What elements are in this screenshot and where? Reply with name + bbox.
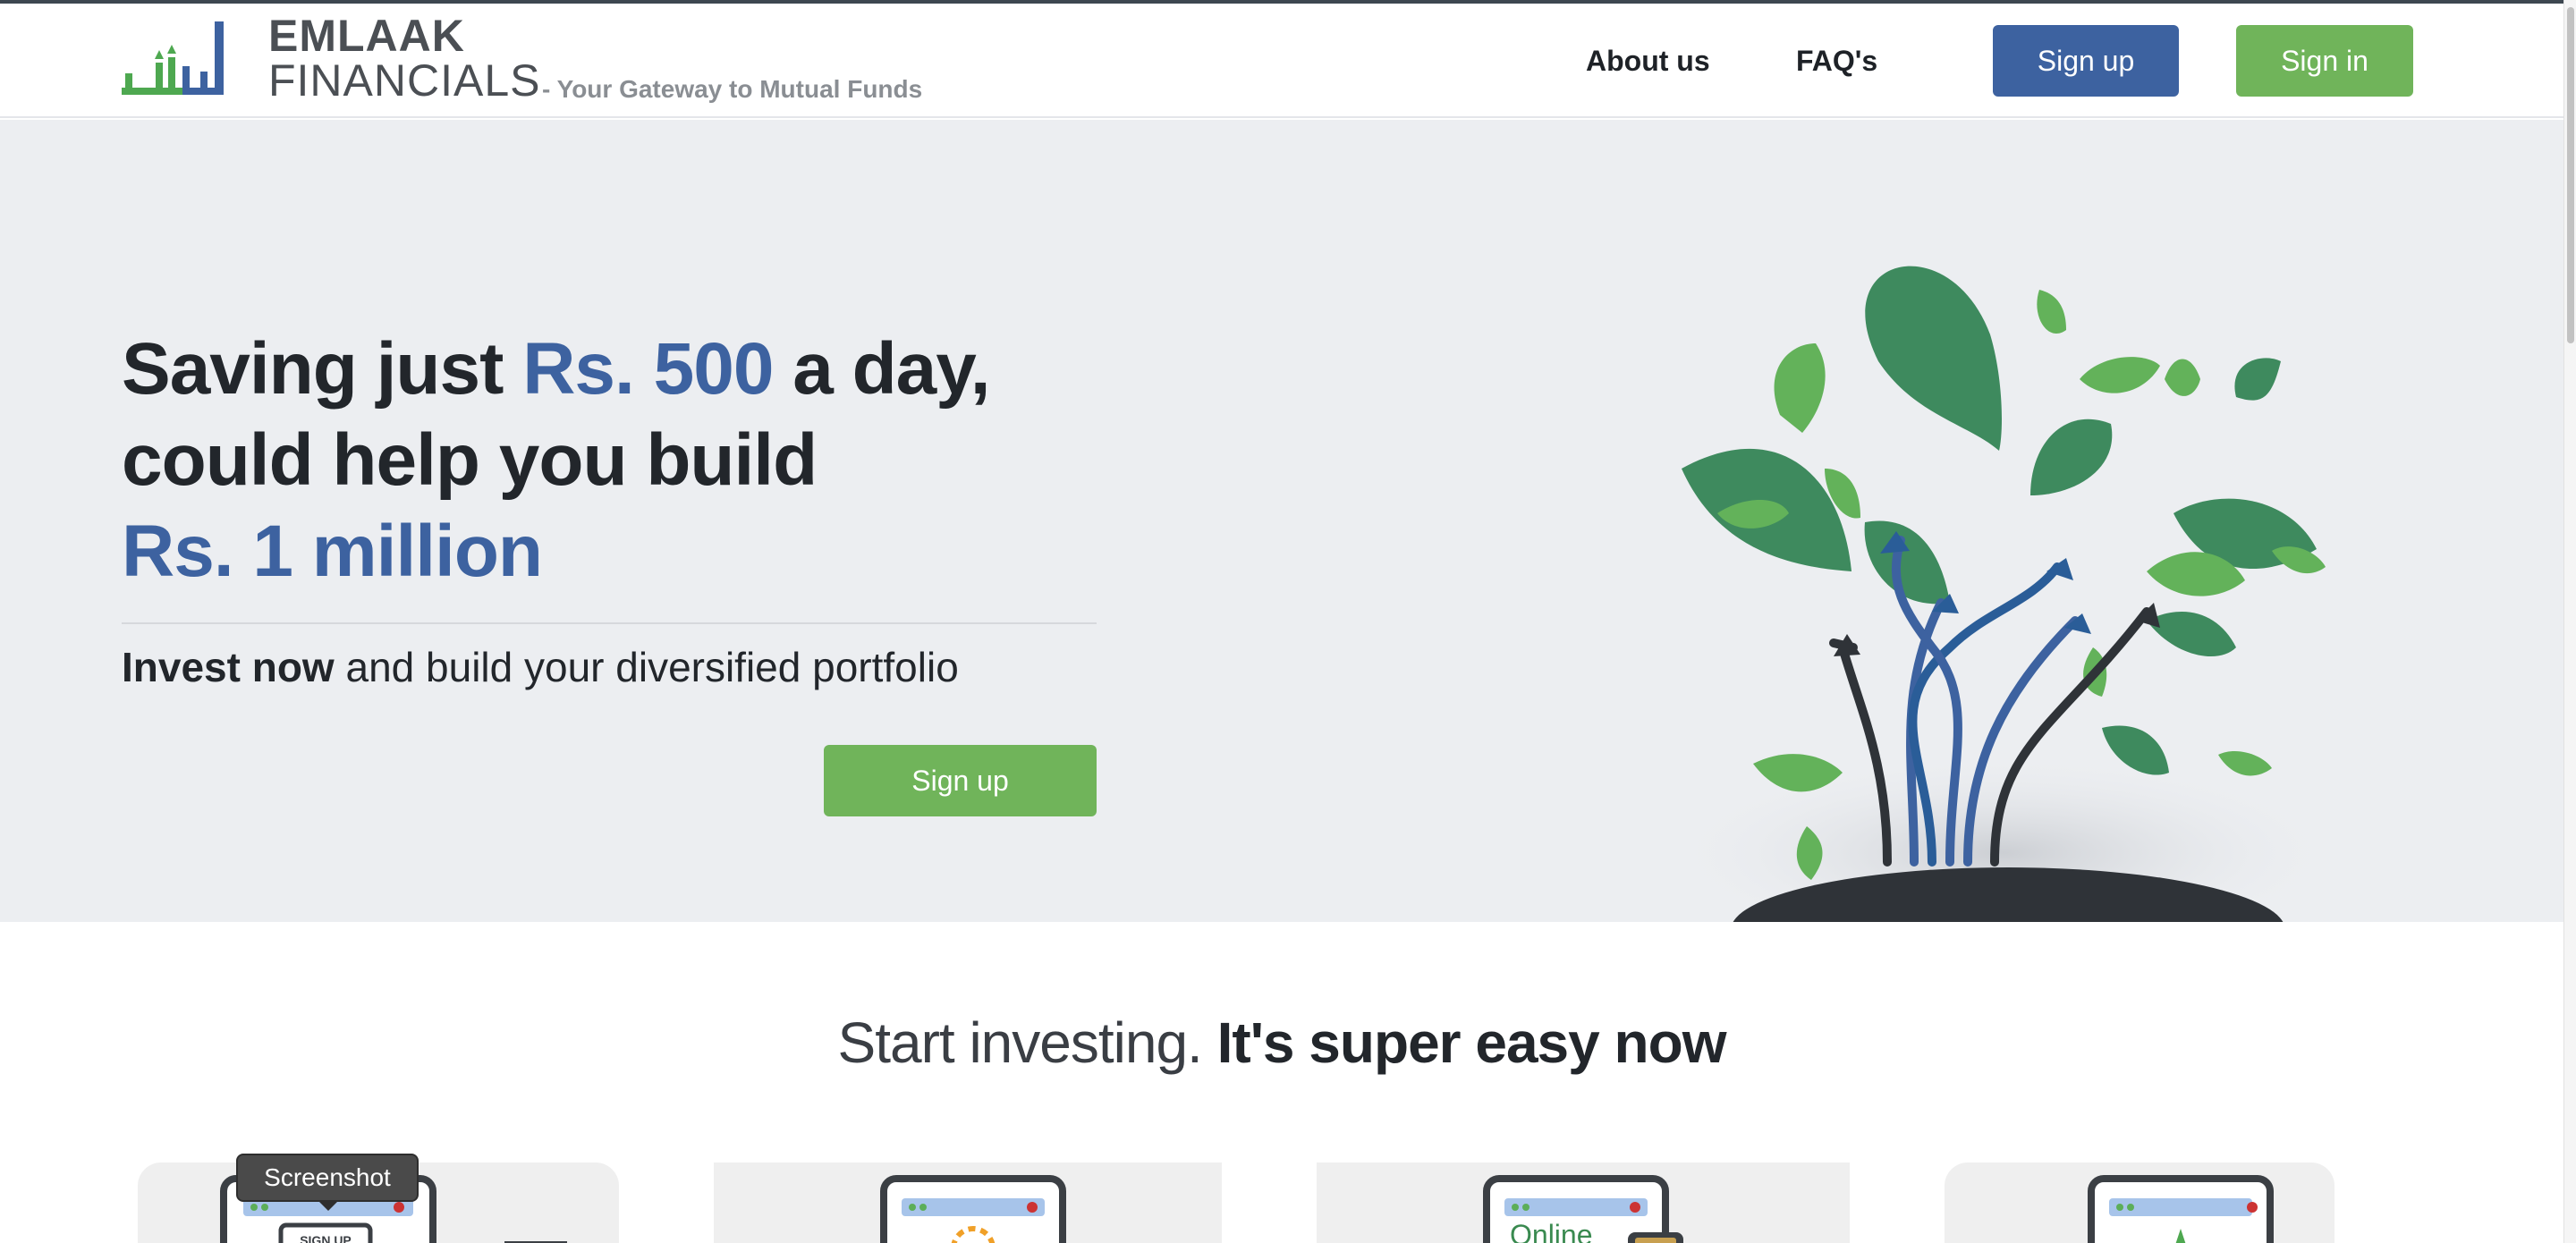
step-card-settings[interactable] — [714, 1163, 1222, 1243]
hero-title-part2: a day, — [773, 328, 990, 410]
hero-title-line2: could help you build — [122, 419, 818, 501]
online-card-text: Online — [1510, 1219, 1593, 1243]
hero-subtitle-bold: Invest now — [122, 644, 335, 690]
hero-title: Saving just Rs. 500 a day, could help yo… — [122, 324, 1150, 597]
signup-card-text: SIGN UP — [300, 1233, 352, 1243]
brand-subname: FINANCIALS — [268, 55, 541, 106]
header-signup-button[interactable]: Sign up — [1993, 25, 2179, 97]
nav-faq-link[interactable]: FAQ's — [1796, 45, 1877, 77]
step-card-online[interactable]: Online — [1317, 1163, 1850, 1243]
settings-screen-icon — [880, 1175, 1066, 1243]
hero-title-part1: Saving just — [122, 328, 523, 410]
hero-title-highlight-amount: Rs. 500 — [522, 328, 774, 410]
steps-title-light: Start investing. — [837, 1010, 1203, 1075]
brand-tagline: - Your Gateway to Mutual Funds — [542, 75, 923, 103]
hero-divider — [122, 622, 1097, 624]
emlaak-logo-icon[interactable] — [122, 16, 274, 102]
growth-screen-icon — [2088, 1175, 2274, 1243]
hero-signup-button[interactable]: Sign up — [824, 745, 1097, 816]
step-card-growth[interactable] — [1945, 1163, 2334, 1243]
money-tree-illustration — [1664, 266, 2343, 922]
online-screen-icon: Online — [1483, 1175, 1683, 1243]
hero-subtitle: Invest now and build your diversified po… — [122, 642, 959, 692]
navbar: EMLAAK FINANCIALS - Your Gateway to Mutu… — [0, 4, 2563, 118]
brand-name: EMLAAK — [268, 11, 465, 61]
hero-section: Saving just Rs. 500 a day, could help yo… — [0, 120, 2563, 922]
hero-subtitle-rest: and build your diversified portfolio — [334, 644, 959, 690]
page-scrollbar[interactable] — [2563, 0, 2576, 1243]
steps-title-bold: It's super easy now — [1201, 1010, 1727, 1075]
screenshot-tooltip: Screenshot — [236, 1154, 419, 1202]
page: EMLAAK FINANCIALS - Your Gateway to Mutu… — [0, 0, 2576, 1243]
steps-section-title: Start investing. It's super easy now — [0, 1007, 2563, 1078]
scrollbar-thumb[interactable] — [2567, 7, 2574, 343]
hero-title-highlight-goal: Rs. 1 million — [122, 511, 543, 592]
nav-about-link[interactable]: About us — [1586, 45, 1710, 77]
header-signin-button[interactable]: Sign in — [2236, 25, 2413, 97]
tooltip-arrow-icon — [318, 1200, 339, 1211]
